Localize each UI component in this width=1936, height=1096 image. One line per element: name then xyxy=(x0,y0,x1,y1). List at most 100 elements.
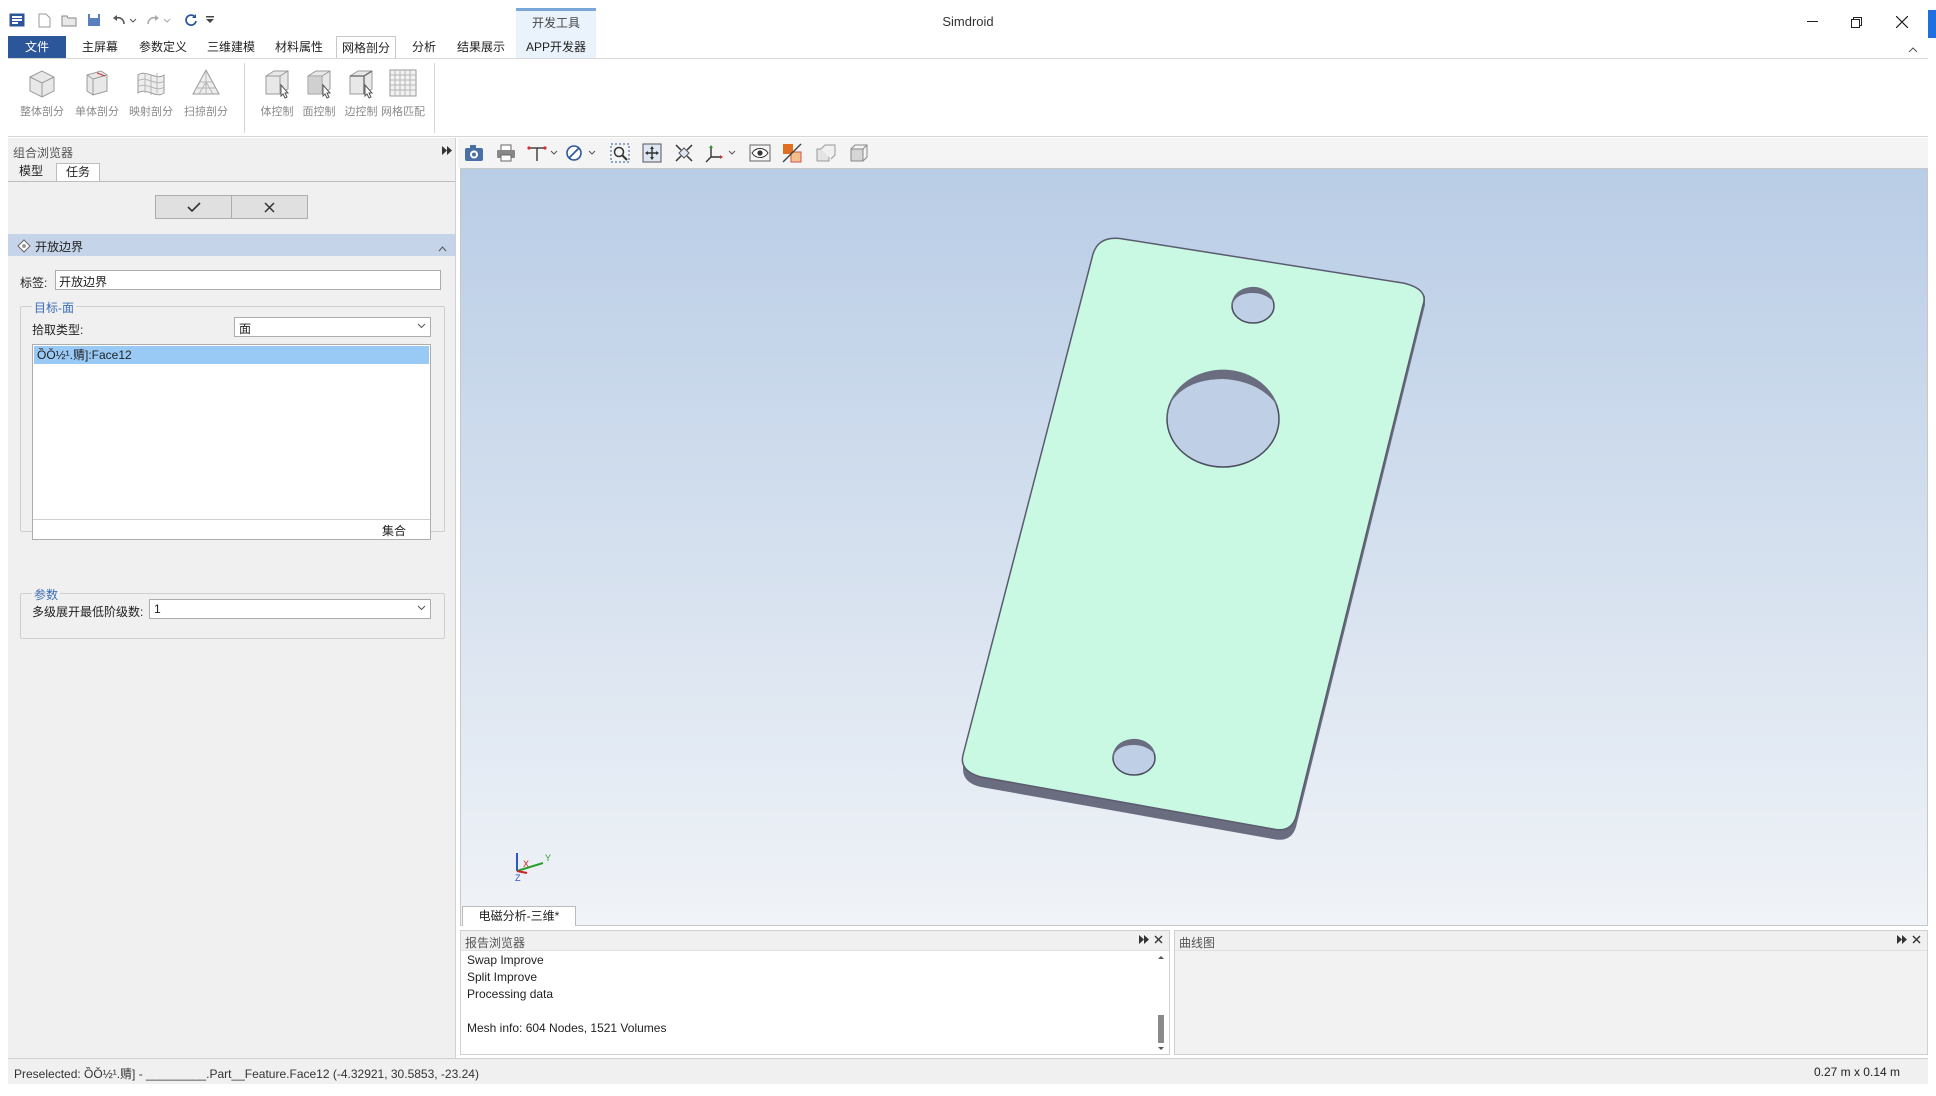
restore-button[interactable] xyxy=(1836,8,1876,36)
app-window: Simdroid 开发工具 文件 主屏幕 参数定义 三维建模 材料属性 网格剖分… xyxy=(0,0,1936,1096)
tab-file[interactable]: 文件 xyxy=(8,36,66,58)
tab-divider xyxy=(8,181,455,182)
mesh-mapped-label: 映射剖分 xyxy=(129,106,173,118)
set-button[interactable]: 集合 xyxy=(382,522,406,539)
body-control-icon xyxy=(265,70,290,99)
tab-model[interactable]: 模型 xyxy=(10,163,52,181)
combo-browser-panel: 组合浏览器 模型 任务 开放边界 标签: 开放边界 目标-面 拾取类型: 面 Ȍ… xyxy=(8,138,456,1058)
mesh-match-label: 网格匹配 xyxy=(381,106,425,118)
measure-icon[interactable] xyxy=(526,142,560,164)
params-group-title: 参数 xyxy=(32,586,61,603)
mesh-match-button[interactable]: 网格匹配 xyxy=(378,65,428,131)
ribbon-separator xyxy=(434,63,435,133)
tab-3d-modeling[interactable]: 三维建模 xyxy=(200,36,262,58)
curve-title: 曲线图 xyxy=(1179,936,1216,950)
fit-selection-icon[interactable] xyxy=(672,142,696,164)
minimize-button[interactable] xyxy=(1792,8,1832,36)
view-dimensions: 0.27 m x 0.14 m xyxy=(1813,1065,1900,1079)
chevron-down-icon xyxy=(417,605,426,611)
ribbon-panel: 整体剖分 单体剖分 映射剖分 扫掠剖分 体控制 面控制 边控制 网格匹配 xyxy=(8,58,1928,137)
log-line: Swap Improve xyxy=(467,953,544,967)
zoom-box-icon[interactable] xyxy=(608,142,632,164)
log-line: Split Improve xyxy=(467,970,538,984)
mesh-sweep-button[interactable]: 扫掠剖分 xyxy=(181,65,231,131)
tab-parameters[interactable]: 参数定义 xyxy=(134,36,192,58)
status-bar: Preselected: ȌǑ½¹.䞍] - _________.Part__F… xyxy=(8,1058,1928,1084)
screenshot-icon[interactable] xyxy=(462,142,486,164)
target-group-title: 目标-面 xyxy=(32,299,76,316)
selection-list[interactable]: ȌǑ½¹.䞍]:Face12 集合 xyxy=(32,344,431,540)
curve-panel: 曲线图 xyxy=(1174,930,1928,1055)
document-tab[interactable]: 电磁分析-三维* xyxy=(462,906,576,926)
ribbon-separator xyxy=(244,63,245,133)
mesh-sweep-label: 扫掠剖分 xyxy=(184,106,228,118)
close-icon xyxy=(264,201,275,213)
face-control-icon xyxy=(307,70,332,99)
mesh-whole-button[interactable]: 整体剖分 xyxy=(17,65,67,131)
3d-viewport[interactable]: Y X Z xyxy=(460,168,1928,926)
cube-mesh-icon xyxy=(29,70,55,98)
close-window-button[interactable] xyxy=(1882,8,1922,36)
tab-task[interactable]: 任务 xyxy=(56,163,101,181)
explode-view-icon[interactable] xyxy=(814,142,838,164)
window-title: Simdroid xyxy=(942,14,994,29)
ribbon-tabs: 文件 主屏幕 参数定义 三维建模 材料属性 网格剖分 分析 结果展示 APP开发… xyxy=(0,36,1936,59)
collapse-section-icon[interactable] xyxy=(438,241,447,255)
transparency-icon[interactable] xyxy=(848,142,872,164)
sweep-mesh-icon xyxy=(192,68,220,95)
face-control-label: 面控制 xyxy=(302,106,336,118)
axis-y-label: Y xyxy=(545,853,551,863)
level-value: 1 xyxy=(154,602,161,616)
mesh-mapped-button[interactable]: 映射剖分 xyxy=(126,65,176,131)
pick-type-label: 拾取类型: xyxy=(32,323,84,337)
list-footer-divider xyxy=(33,519,430,520)
pick-type-select[interactable]: 面 xyxy=(234,317,431,337)
mesh-single-button[interactable]: 单体剖分 xyxy=(72,65,122,131)
label-input[interactable]: 开放边界 xyxy=(55,270,441,290)
axis-triad: Y X Z xyxy=(515,853,551,883)
panel-title: 组合浏览器 xyxy=(13,146,74,160)
report-scrollbar[interactable] xyxy=(1155,953,1167,1053)
visibility-icon[interactable] xyxy=(748,142,772,164)
tab-analysis[interactable]: 分析 xyxy=(404,36,444,58)
display-style-icon[interactable] xyxy=(564,142,598,164)
view-toolbar xyxy=(458,138,1928,168)
view-orientation-icon[interactable] xyxy=(704,142,738,164)
section-view-icon[interactable] xyxy=(780,142,804,164)
tab-results[interactable]: 结果展示 xyxy=(452,36,510,58)
selection-list-item[interactable]: ȌǑ½¹.䞍]:Face12 xyxy=(34,346,429,364)
label-caption: 标签: xyxy=(20,276,48,290)
log-line: Processing data xyxy=(467,987,554,1001)
tab-meshing[interactable]: 网格剖分 xyxy=(336,36,396,59)
section-title: 开放边界 xyxy=(35,240,84,254)
plate-top-face[interactable] xyxy=(961,237,1425,831)
boundary-icon xyxy=(17,239,31,256)
fit-all-icon[interactable] xyxy=(640,142,664,164)
tab-app-developer[interactable]: APP开发器 xyxy=(518,36,594,58)
tab-materials[interactable]: 材料属性 xyxy=(268,36,330,58)
title-bar: Simdroid xyxy=(0,0,1936,40)
level-select[interactable]: 1 xyxy=(149,599,431,619)
log-line: Mesh info: 604 Nodes, 1521 Volumes xyxy=(467,1021,667,1035)
context-group-label: 开发工具 xyxy=(531,16,580,30)
mesh-single-label: 单体剖分 xyxy=(75,106,119,118)
axis-x-label: X xyxy=(523,859,529,869)
close-curve-icon[interactable] xyxy=(1912,933,1921,947)
collapse-ribbon-icon[interactable] xyxy=(1908,42,1918,56)
check-icon xyxy=(186,202,201,212)
dock-report-icon[interactable] xyxy=(1139,933,1149,947)
report-header: 报告浏览器 xyxy=(461,931,1169,951)
tab-home[interactable]: 主屏幕 xyxy=(72,36,128,58)
cancel-button[interactable] xyxy=(231,195,308,219)
pick-type-value: 面 xyxy=(239,322,252,336)
model-render[interactable] xyxy=(461,169,1929,927)
dock-curve-icon[interactable] xyxy=(1897,933,1907,947)
print-icon[interactable] xyxy=(494,142,518,164)
chevron-down-icon xyxy=(417,323,426,329)
curve-header: 曲线图 xyxy=(1175,931,1927,951)
ok-button[interactable] xyxy=(155,195,232,219)
edge-control-label: 边控制 xyxy=(344,106,378,118)
dock-panel-icon[interactable] xyxy=(442,144,452,158)
single-body-mesh-icon xyxy=(86,70,108,96)
close-report-icon[interactable] xyxy=(1154,933,1163,947)
